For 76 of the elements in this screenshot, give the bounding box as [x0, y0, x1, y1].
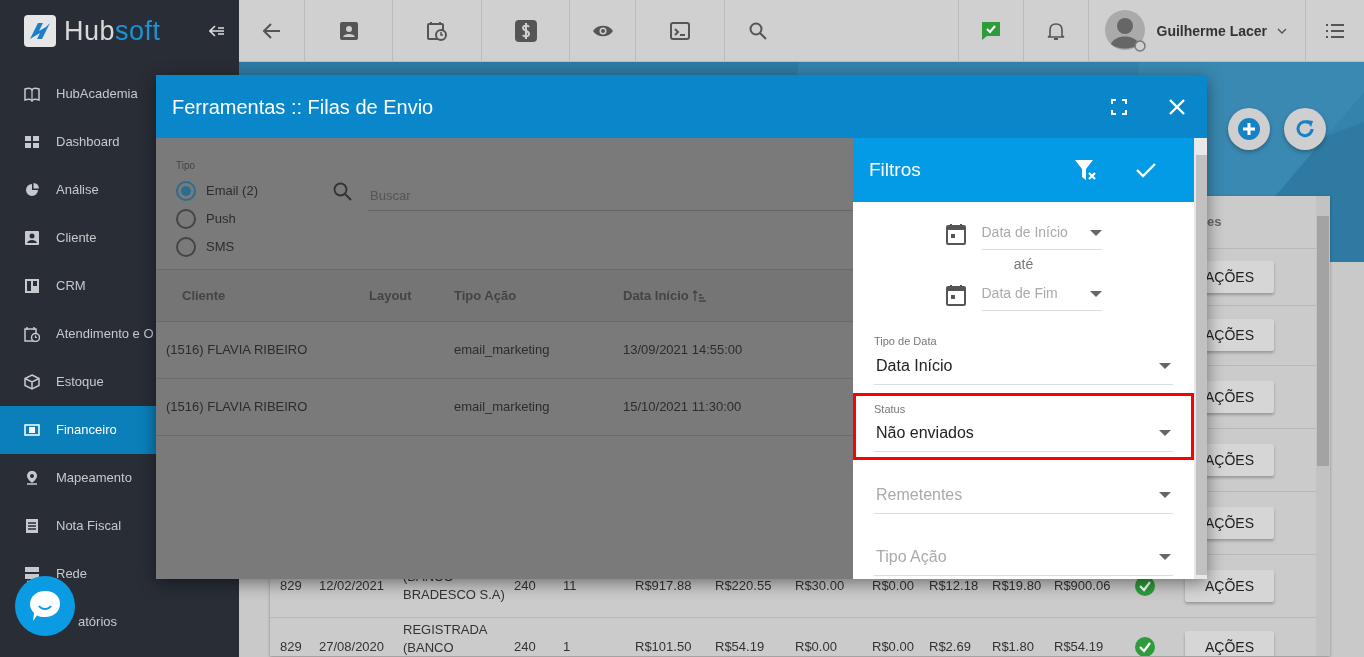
plus-icon	[1237, 117, 1261, 141]
fullscreen-icon[interactable]	[1111, 98, 1127, 115]
table-cell-text: R$54.19	[1054, 638, 1105, 656]
table-cell-text: R$12.18	[929, 576, 980, 595]
dropdown-icon	[1089, 290, 1102, 297]
calendar-clock-icon	[24, 326, 40, 342]
table-cell-text: R$54.19	[715, 638, 766, 656]
field-label: Tipo de Data	[874, 334, 938, 349]
sidebar-item[interactable]: atórios	[0, 598, 239, 646]
avatar-icon[interactable]	[1104, 10, 1147, 52]
table-cell-text: R$900.06	[1054, 576, 1112, 595]
chat-icon	[28, 589, 62, 623]
close-icon[interactable]	[1169, 98, 1185, 115]
logo-text: Hubsoft	[64, 14, 161, 48]
field-label: Status	[874, 401, 907, 417]
table-cell-text: R$220.55	[715, 576, 773, 595]
refresh-icon	[1294, 118, 1316, 140]
banknote-icon	[24, 422, 40, 438]
table-cell-text: 1	[563, 638, 572, 656]
sidebar-item[interactable]: Nota Fiscal	[0, 502, 239, 550]
table-cell-text: R$917.88	[635, 576, 693, 595]
table-cell-text: R$1.80	[992, 638, 1035, 656]
calendar-icon[interactable]	[945, 223, 966, 245]
actions-button[interactable]: AÇÕES	[1185, 569, 1274, 602]
document-icon	[24, 518, 40, 534]
table-cell-text: R$2.69	[929, 638, 972, 656]
sort-icon[interactable]	[692, 290, 707, 303]
collapse-icon[interactable]	[209, 25, 225, 37]
dropdown-icon	[1089, 229, 1102, 236]
scrollbar[interactable]	[1316, 196, 1330, 656]
contact-card-icon	[24, 230, 40, 246]
table-cell-text: 829	[280, 576, 303, 595]
table-cell: email_marketing	[454, 399, 550, 415]
actions-button[interactable]: AÇÕES	[1185, 631, 1274, 656]
table-cell-text: R$0.00	[795, 638, 838, 656]
dropdown-icon	[1159, 430, 1171, 436]
caret-icon[interactable]	[1277, 28, 1287, 34]
table-cell-text: 27/08/2020	[319, 638, 386, 656]
panel-title: Filtros	[869, 157, 921, 182]
table-cell-text: 829	[280, 638, 303, 656]
modal-title: Ferramentas :: Filas de Envio	[172, 94, 434, 120]
table-cell: 15/10/2021 11:30:00	[623, 399, 742, 415]
table-cell-text: 240	[514, 576, 537, 595]
column-header: es	[1207, 213, 1222, 229]
user-name[interactable]: Guilherme Lacer	[1156, 20, 1267, 42]
dropdown-icon	[1159, 492, 1171, 498]
table-cell-text: R$101.50	[635, 638, 693, 656]
table-cell: 13/09/2021 14:55:00	[623, 342, 743, 358]
table-cell-text: R$0.00	[872, 576, 915, 595]
box-icon	[24, 374, 40, 390]
dropdown-icon	[1159, 362, 1171, 369]
select-field[interactable]: Não enviados	[874, 417, 1173, 452]
grid-icon	[24, 134, 40, 150]
table-cell: email_marketing	[454, 342, 550, 358]
calendar-icon[interactable]	[945, 284, 966, 306]
sidebar-item[interactable]: Mapeamento	[0, 454, 239, 502]
table-cell: (1516) FLAVIA RIBEIRO	[166, 342, 308, 358]
table-cell-text: R$19.80	[992, 576, 1043, 595]
scrollbar[interactable]	[1194, 138, 1207, 579]
select-field[interactable]: Data Início	[874, 349, 1173, 385]
clear-filter-icon[interactable]	[1074, 159, 1098, 181]
check-icon[interactable]	[1136, 162, 1156, 178]
table-cell-text: REGISTRADA (BANCO	[403, 620, 489, 656]
board-icon	[24, 278, 40, 294]
table-cell-text: 12/02/2021	[319, 576, 386, 595]
logo-icon	[24, 15, 56, 47]
table-cell-text: R$0.00	[872, 638, 915, 656]
table-cell-text: 240	[514, 638, 537, 656]
table-cell-text: R$30.00	[795, 576, 846, 595]
pie-chart-icon	[24, 182, 40, 198]
search-icon	[333, 182, 352, 201]
dropdown-icon	[1159, 554, 1171, 560]
book-icon	[24, 86, 40, 102]
separator-text: até	[1013, 256, 1034, 272]
location-pin-icon	[24, 470, 40, 486]
table-cell-text: 11	[563, 576, 578, 595]
